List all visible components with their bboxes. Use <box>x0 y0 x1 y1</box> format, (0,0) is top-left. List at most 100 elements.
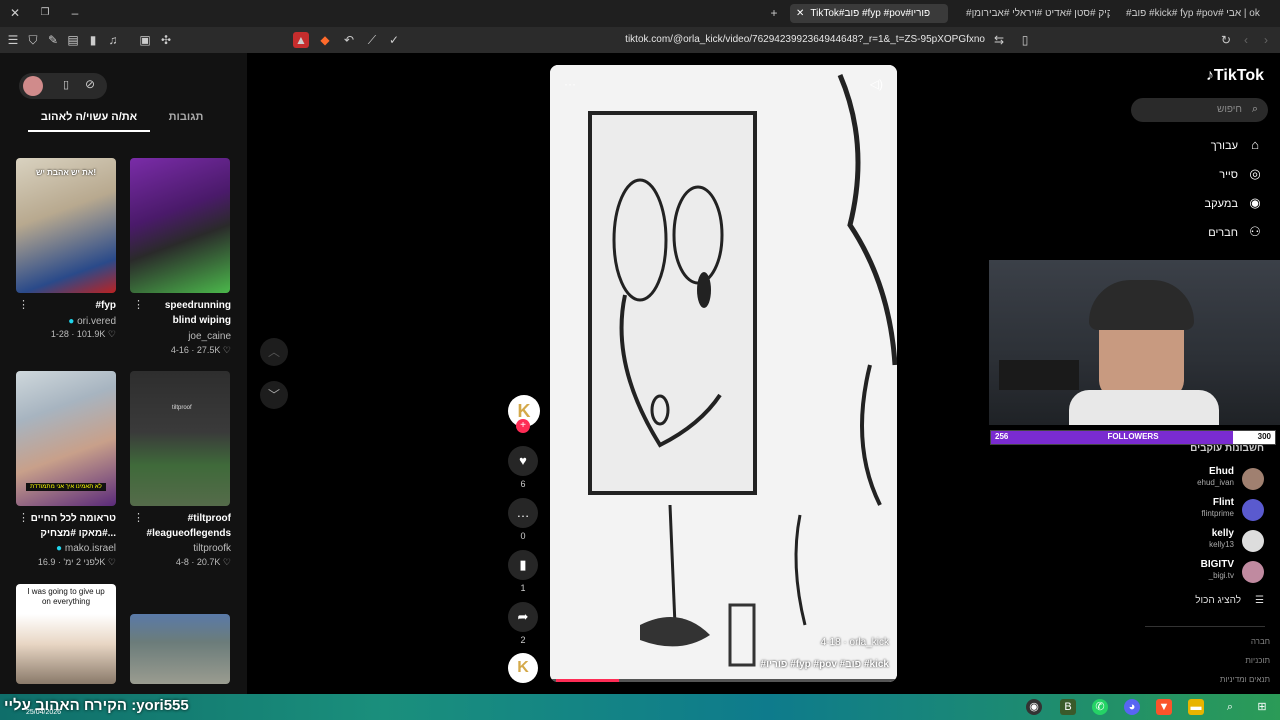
footer-link[interactable]: תנאים ומדיניות <box>1220 675 1270 684</box>
more-options-icon[interactable]: ··· <box>564 77 576 91</box>
screenshot-icon[interactable]: ▣ <box>137 32 153 48</box>
tab-2[interactable]: #קיק #סטן #אדיט #ויראלי #אבירומן <box>960 4 1110 23</box>
video-thumbnail[interactable]: את יש אהבת יש! <box>16 158 116 293</box>
video-username[interactable]: orla_kick <box>850 637 889 648</box>
footer-link[interactable]: תוכניות <box>1245 656 1270 665</box>
video-thumbnail[interactable] <box>130 614 230 684</box>
video-title[interactable]: #tiltproof #leagueoflegends <box>140 511 231 541</box>
progress-fill <box>556 679 619 682</box>
share-count: 2 <box>520 635 526 645</box>
video-frame-drawing <box>550 65 897 682</box>
video-meta: 4-18 · orla_kick <box>820 637 889 648</box>
video-thumbnail[interactable]: tiltproof <box>130 371 230 506</box>
shield-icon[interactable]: ⛉ <box>25 32 41 48</box>
discord-icon[interactable]: ◕ <box>1124 699 1140 715</box>
nav-label: סייר <box>1219 169 1238 181</box>
video-thumbnail[interactable]: לא תאמינו איך אני מתמודדת <box>16 371 116 506</box>
restore-window-icon[interactable]: ❐ <box>37 5 53 21</box>
following-item[interactable]: kelly kelly13 <box>1144 528 1264 556</box>
close-window-icon[interactable]: ✕ <box>7 5 23 21</box>
folder-icon[interactable]: ▬ <box>1188 699 1204 715</box>
creator-avatar[interactable]: K + <box>508 395 540 433</box>
whatsapp-icon[interactable]: ✆ <box>1092 699 1108 715</box>
tabs-icon[interactable]: ▤ <box>65 32 81 48</box>
nav-following[interactable]: במעקב ◉ <box>1144 192 1264 214</box>
video-stats: 4-8 · 20.7K ♡ <box>175 557 231 567</box>
avatar <box>1242 530 1264 552</box>
like-action[interactable]: ♥ 6 <box>508 446 538 489</box>
minimize-window-icon[interactable]: – <box>67 5 83 21</box>
previous-video-button[interactable]: ︿ <box>260 338 288 366</box>
extension-icon[interactable]: ✓ <box>386 32 402 48</box>
share-icon[interactable]: ➦ <box>508 602 538 632</box>
search-icon[interactable]: ⌕ <box>1252 103 1258 116</box>
tab-you-may-like[interactable]: את/ה עשוי/ה לאהוב <box>28 111 150 129</box>
sound-avatar[interactable]: K <box>508 653 538 683</box>
sidebar-icon[interactable]: ▮ <box>85 32 101 48</box>
close-tab-icon[interactable]: ✕ <box>796 8 804 19</box>
tab-3[interactable]: #פוב #kick# fyp #pov# אבי | ok <box>1120 4 1280 23</box>
back-icon[interactable]: ‹ <box>1238 32 1254 48</box>
next-video-button[interactable]: ﹀ <box>260 381 288 409</box>
app-b-icon[interactable]: B <box>1060 699 1076 715</box>
undo-icon[interactable]: ↶ <box>341 32 357 48</box>
video-title[interactable]: speedrunning blind wiping <box>140 298 231 328</box>
video-title[interactable]: טראומה לכל החיים #מאקו #מצחיק... <box>26 511 116 541</box>
address-bar[interactable]: tiktok.com/@orla_kick/video/762942399236… <box>600 32 985 48</box>
tab-active[interactable]: ✕ TikTok#פוב #fyp #pov#פוריו <box>790 4 948 23</box>
search-icon[interactable]: ⌕ <box>1222 699 1238 715</box>
video-thumbnail[interactable]: I was going to give up on everything <box>16 584 116 684</box>
tab-comments[interactable]: תגובות <box>160 111 212 129</box>
video-title[interactable]: #fyp <box>30 298 116 313</box>
video-author[interactable]: ● ori.vered <box>30 316 116 327</box>
mode-toggle-pill: ▯ ⊘ <box>19 73 107 99</box>
following-handle: _bigi.tv <box>1208 571 1234 580</box>
video-caption: #פוריו #fyp #pov #פוב #kick <box>760 659 889 670</box>
video-author[interactable]: joe_caine <box>140 331 231 342</box>
music-icon[interactable]: ♫ <box>105 32 121 48</box>
bookmark-icon[interactable]: ▮ <box>508 550 538 580</box>
phone-icon[interactable]: ▯ <box>63 78 69 91</box>
nav-friends[interactable]: חברים ⚇ <box>1144 221 1264 243</box>
list-icon: ☰ <box>1255 595 1264 606</box>
compass-small-icon[interactable]: ⊘ <box>85 77 95 91</box>
video-thumbnail[interactable] <box>130 158 230 293</box>
brave-icon[interactable]: ▼ <box>1156 699 1172 715</box>
reload-icon[interactable]: ↻ <box>1218 32 1234 48</box>
steam-icon[interactable]: ◉ <box>1026 699 1042 715</box>
save-count: 1 <box>520 583 526 593</box>
adblock-icon[interactable]: ▲ <box>293 32 309 48</box>
brave-shield-icon[interactable]: ◆ <box>317 32 333 48</box>
avatar[interactable] <box>23 76 43 96</box>
comment-action[interactable]: … 0 <box>508 498 538 541</box>
following-item[interactable]: Ehud ehud_ivan <box>1144 466 1264 494</box>
video-player[interactable]: ··· ◁) 4-18 · orla_kick #פוריו #fyp #pov… <box>550 65 897 682</box>
share-action[interactable]: ➦ 2 <box>508 602 538 645</box>
forward-icon[interactable]: › <box>1258 32 1274 48</box>
bookmark-icon[interactable]: ▯ <box>1017 32 1033 48</box>
pin-icon[interactable]: ✎ <box>45 32 61 48</box>
puzzle-icon[interactable]: ✣ <box>158 32 174 48</box>
nav-for-you[interactable]: עבורך ⌂ <box>1144 134 1264 156</box>
translate-icon[interactable]: ⟋ <box>364 32 380 48</box>
footer-link[interactable]: חברה <box>1251 637 1270 646</box>
new-tab-icon[interactable]: + <box>766 5 782 21</box>
site-settings-icon[interactable]: ⇆ <box>991 32 1007 48</box>
heart-icon[interactable]: ♥ <box>508 446 538 476</box>
search-bar[interactable]: ⌕ חיפוש <box>1131 98 1268 122</box>
following-item[interactable]: Flint flintprime <box>1144 497 1264 525</box>
comment-icon[interactable]: … <box>508 498 538 528</box>
tiktok-logo[interactable]: ♪TikTok <box>1206 67 1264 85</box>
menu-icon[interactable]: ☰ <box>5 32 21 48</box>
following-item[interactable]: BIGITV _bigi.tv <box>1144 559 1264 587</box>
divider <box>1145 626 1265 627</box>
logo-text: TikTok <box>1213 67 1264 84</box>
video-author[interactable]: tiltproofk <box>140 543 231 554</box>
video-author[interactable]: ● mako.israel <box>26 543 116 554</box>
more-options-icon[interactable]: ⋮ <box>18 298 29 311</box>
save-action[interactable]: ▮ 1 <box>508 550 538 593</box>
show-all-link[interactable]: להציג הכול ☰ <box>1144 595 1264 606</box>
nav-explore[interactable]: סייר ◎ <box>1144 163 1264 185</box>
volume-icon[interactable]: ◁) <box>870 77 883 91</box>
windows-start-icon[interactable]: ⊞ <box>1254 699 1270 715</box>
